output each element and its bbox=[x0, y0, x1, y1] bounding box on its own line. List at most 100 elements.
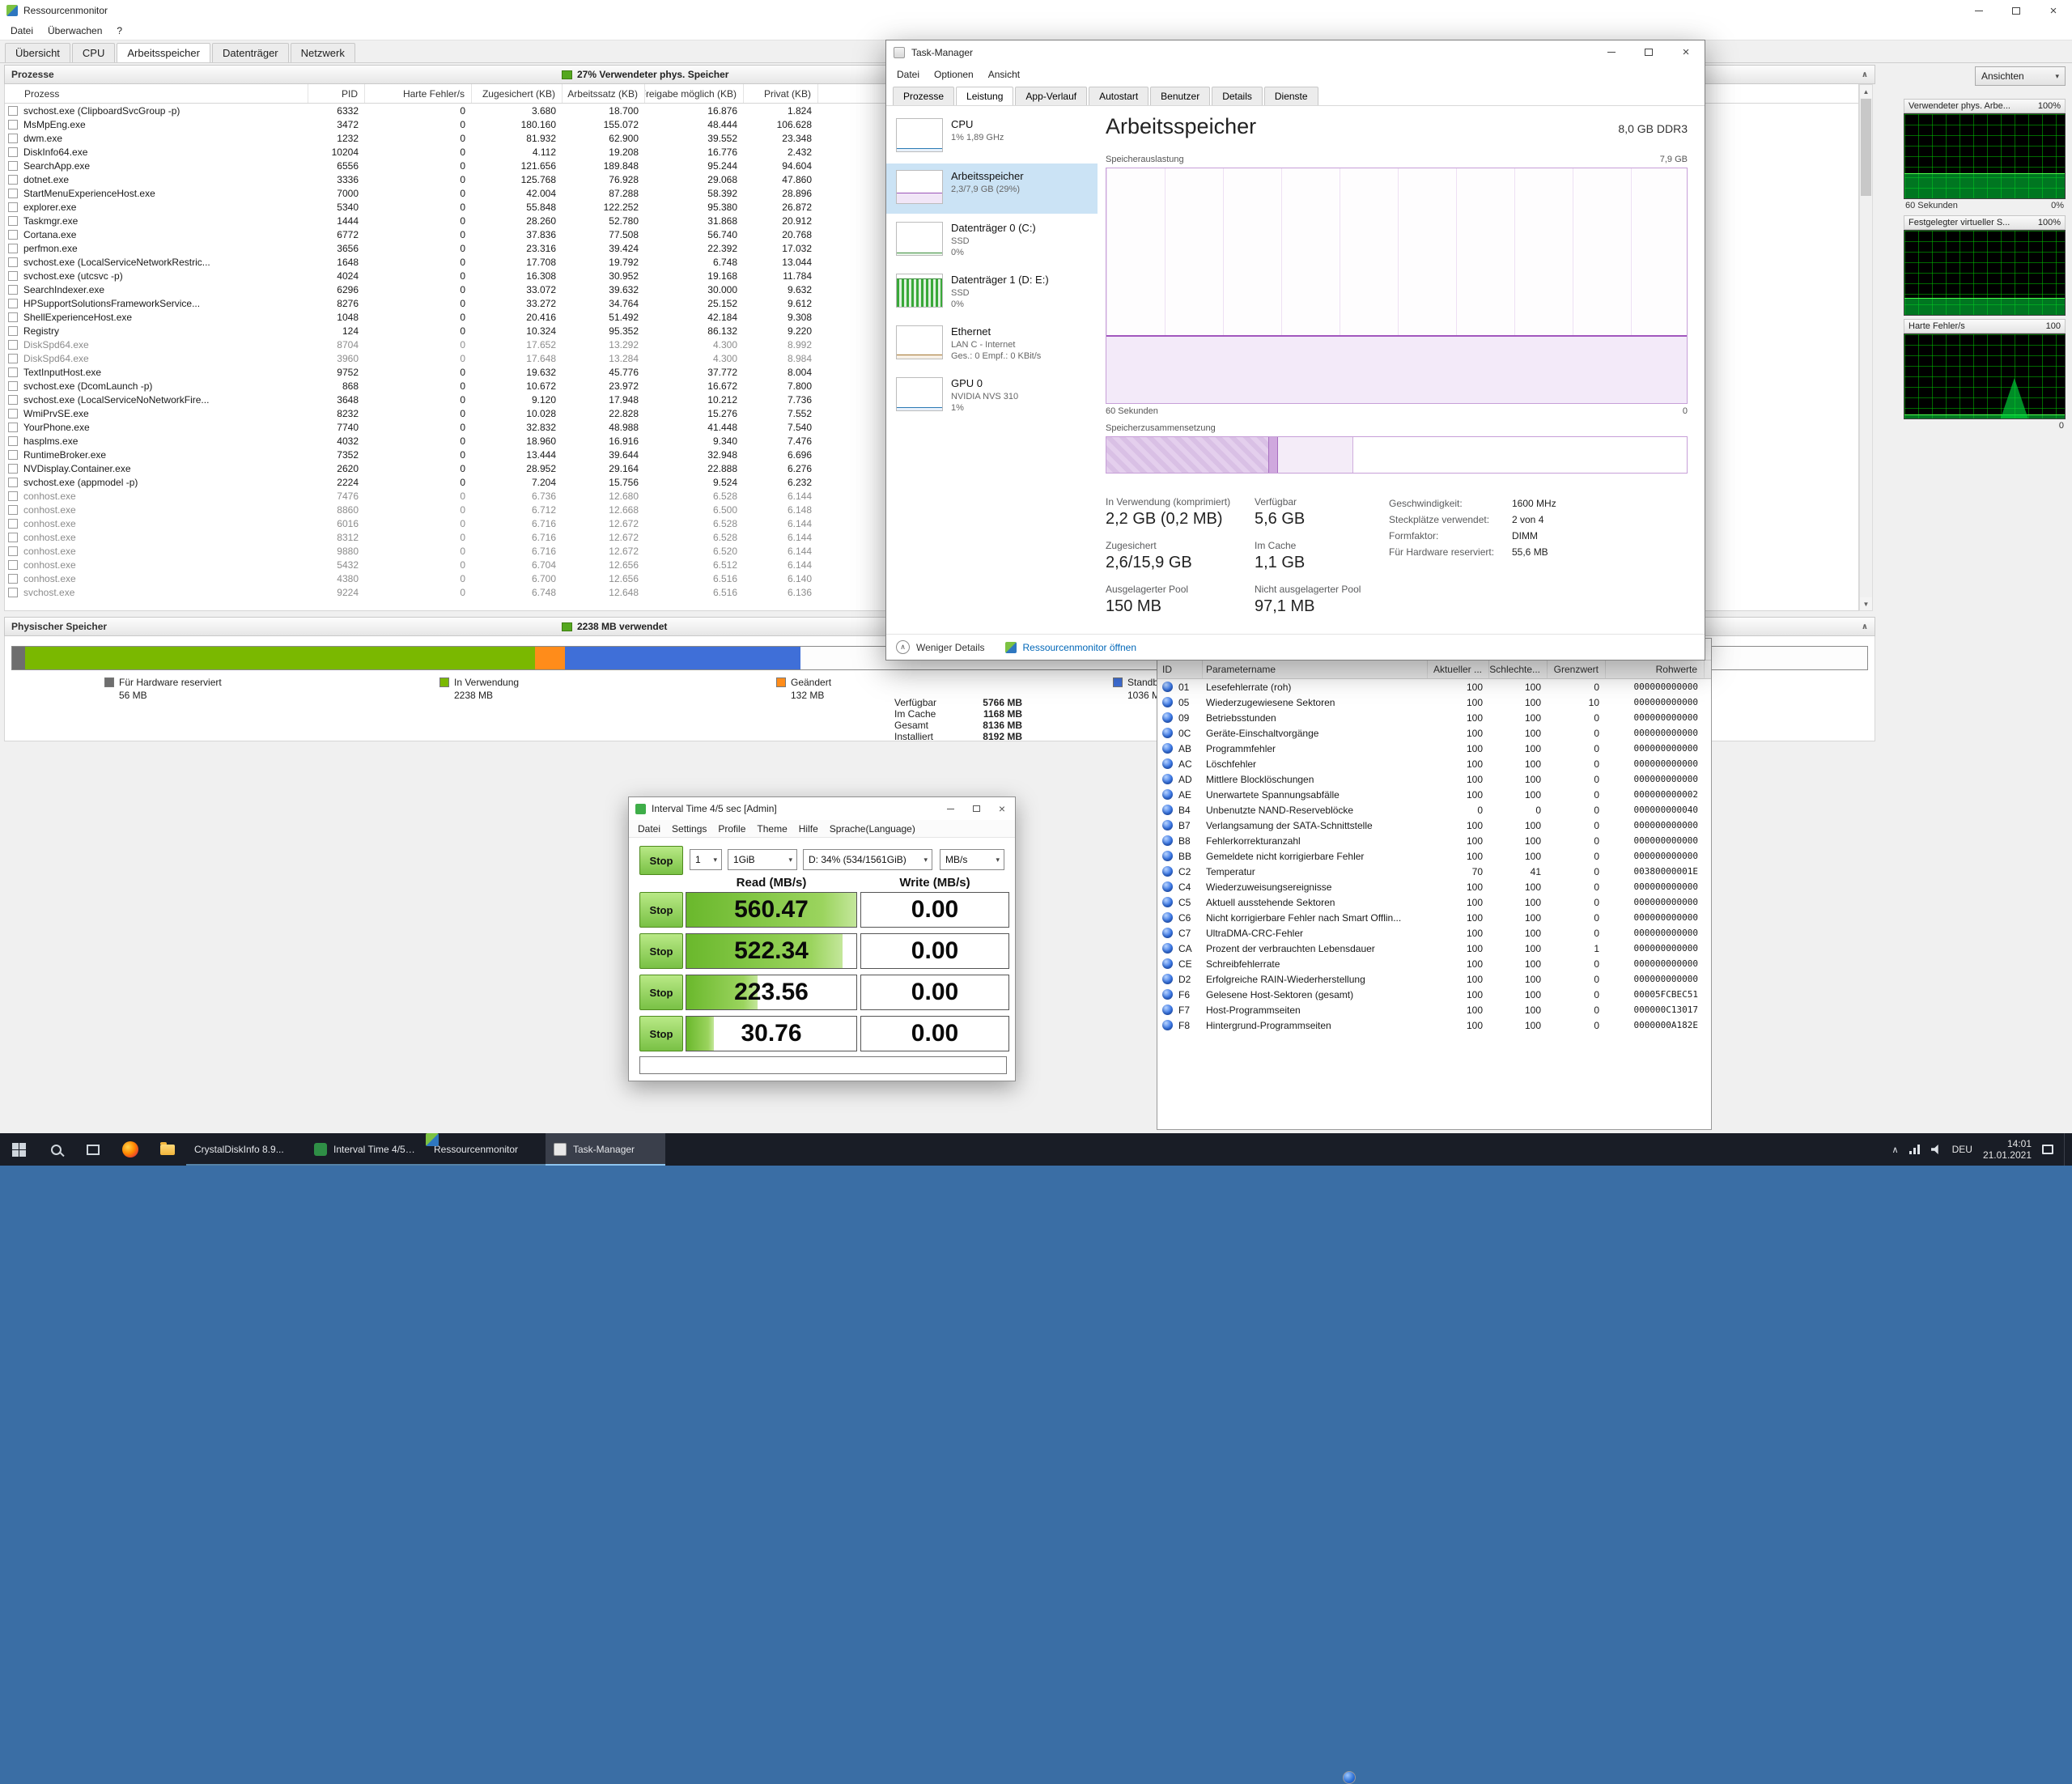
resmon-menu-datei[interactable]: Datei bbox=[3, 23, 40, 39]
volume-icon[interactable] bbox=[1931, 1145, 1942, 1154]
scrollbar-thumb[interactable] bbox=[1861, 99, 1871, 196]
row-checkbox[interactable] bbox=[8, 230, 18, 240]
row-checkbox[interactable] bbox=[8, 519, 18, 529]
smart-row[interactable]: ABProgrammfehler1001000000000000000 bbox=[1157, 741, 1711, 756]
taskman-menu-ansicht[interactable]: Ansicht bbox=[981, 66, 1027, 83]
stop-button[interactable]: Stop bbox=[639, 933, 683, 969]
row-checkbox[interactable] bbox=[8, 505, 18, 515]
row-checkbox[interactable] bbox=[8, 216, 18, 226]
smart-column-id[interactable]: ID bbox=[1157, 661, 1203, 678]
smart-row[interactable]: F6Gelesene Host-Sektoren (gesamt)1001000… bbox=[1157, 987, 1711, 1002]
maximize-button[interactable] bbox=[963, 797, 989, 820]
explorer-button[interactable] bbox=[149, 1133, 186, 1166]
drive-select[interactable]: D: 34% (534/1561GiB)▾ bbox=[803, 849, 932, 870]
column-header-freigabe-moglich-kb[interactable]: Freigabe möglich (KB) bbox=[645, 84, 744, 103]
column-header-harte-fehler-s[interactable]: Harte Fehler/s bbox=[365, 84, 472, 103]
smart-row[interactable]: C5Aktuell ausstehende Sektoren1001000000… bbox=[1157, 894, 1711, 910]
smart-row[interactable]: F7Host-Programmseiten1001000000000C13017 bbox=[1157, 1002, 1711, 1017]
close-button[interactable]: × bbox=[2035, 0, 2072, 21]
column-header-zugesichert-kb[interactable]: Zugesichert (KB) bbox=[472, 84, 563, 103]
row-checkbox[interactable] bbox=[8, 381, 18, 391]
smart-row[interactable]: D2Erfolgreiche RAIN-Wiederherstellung100… bbox=[1157, 971, 1711, 987]
row-checkbox[interactable] bbox=[8, 574, 18, 584]
show-desktop-button[interactable] bbox=[2064, 1133, 2069, 1166]
smart-row[interactable]: C7UltraDMA-CRC-Fehler1001000000000000000 bbox=[1157, 925, 1711, 941]
row-checkbox[interactable] bbox=[8, 409, 18, 418]
row-checkbox[interactable] bbox=[8, 491, 18, 501]
row-checkbox[interactable] bbox=[8, 106, 18, 116]
smart-row[interactable]: F8Hintergrund-Programmseiten100100000000… bbox=[1157, 1017, 1711, 1033]
start-button[interactable] bbox=[0, 1133, 37, 1166]
row-checkbox[interactable] bbox=[8, 202, 18, 212]
smart-row[interactable]: 09Betriebsstunden1001000000000000000 bbox=[1157, 710, 1711, 725]
smart-row[interactable]: BBGemeldete nicht korrigierbare Fehler10… bbox=[1157, 848, 1711, 864]
network-icon[interactable] bbox=[1909, 1145, 1921, 1154]
maximize-button[interactable] bbox=[1998, 0, 2035, 21]
smart-column-grenzwert[interactable]: Grenzwert bbox=[1548, 661, 1606, 678]
scroll-up-arrow[interactable]: ▲ bbox=[1860, 85, 1872, 98]
taskbar-button-task-manager[interactable]: Task-Manager bbox=[546, 1133, 665, 1166]
row-checkbox[interactable] bbox=[8, 299, 18, 308]
taskman-tab-prozesse[interactable]: Prozesse bbox=[893, 87, 954, 105]
perf-item-ethernet[interactable]: EthernetLAN C - InternetGes.: 0 Empf.: 0… bbox=[886, 319, 1098, 369]
stop-button[interactable]: Stop bbox=[639, 892, 683, 928]
smart-row[interactable]: C2Temperatur7041000380000001E bbox=[1157, 864, 1711, 879]
stop-button[interactable]: Stop bbox=[639, 975, 683, 1010]
smart-row[interactable]: C4Wiederzuweisungsereignisse100100000000… bbox=[1157, 879, 1711, 894]
row-checkbox[interactable] bbox=[8, 244, 18, 253]
row-checkbox[interactable] bbox=[8, 147, 18, 157]
smart-row[interactable]: CAProzent der verbrauchten Lebensdauer10… bbox=[1157, 941, 1711, 956]
taskman-tab-details[interactable]: Details bbox=[1212, 87, 1263, 105]
taskbar-clock[interactable]: 14:01 21.01.2021 bbox=[1983, 1138, 2032, 1161]
row-checkbox[interactable] bbox=[8, 257, 18, 267]
row-checkbox[interactable] bbox=[8, 546, 18, 556]
taskman-menu-datei[interactable]: Datei bbox=[890, 66, 927, 83]
unit-select[interactable]: MB/s▾ bbox=[940, 849, 1004, 870]
column-header-arbeitssatz-kb[interactable]: Arbeitssatz (KB) bbox=[563, 84, 645, 103]
row-checkbox[interactable] bbox=[8, 533, 18, 542]
smart-row[interactable]: ADMittlere Blocklöschungen10010000000000… bbox=[1157, 771, 1711, 787]
perf-item-cpu[interactable]: CPU1% 1,89 GHz bbox=[886, 112, 1098, 162]
row-checkbox[interactable] bbox=[8, 189, 18, 198]
taskbar-button-ressourcenmonitor[interactable]: Ressourcenmonitor bbox=[426, 1133, 546, 1166]
smart-column-rohwerte[interactable]: Rohwerte bbox=[1606, 661, 1705, 678]
tray-expand-icon[interactable]: ∧ bbox=[1892, 1145, 1899, 1155]
language-indicator[interactable]: DEU bbox=[1952, 1144, 1972, 1155]
open-resmon-link[interactable]: Ressourcenmonitor öffnen bbox=[1005, 642, 1136, 653]
row-checkbox[interactable] bbox=[8, 271, 18, 281]
bench-menu-settings[interactable]: Settings bbox=[666, 822, 712, 836]
task-view-button[interactable] bbox=[74, 1133, 112, 1166]
column-header-pid[interactable]: PID bbox=[308, 84, 365, 103]
row-checkbox[interactable] bbox=[8, 436, 18, 446]
smart-column-parametername[interactable]: Parametername bbox=[1203, 661, 1428, 678]
perf-item-datentrager-1-d-e[interactable]: Datenträger 1 (D: E:)SSD0% bbox=[886, 267, 1098, 317]
smart-row[interactable]: B8Fehlerkorrekturanzahl10010000000000000… bbox=[1157, 833, 1711, 848]
column-header-privat-kb[interactable]: Privat (KB) bbox=[744, 84, 818, 103]
taskman-tab-autostart[interactable]: Autostart bbox=[1089, 87, 1149, 105]
smart-column-aktueller[interactable]: Aktueller ... bbox=[1428, 661, 1489, 678]
stop-button[interactable]: Stop bbox=[639, 1016, 683, 1051]
firefox-button[interactable] bbox=[112, 1133, 149, 1166]
minimize-button[interactable] bbox=[937, 797, 963, 820]
resmon-tab-netzwerk[interactable]: Netzwerk bbox=[291, 43, 355, 62]
taskman-menu-optionen[interactable]: Optionen bbox=[927, 66, 981, 83]
row-checkbox[interactable] bbox=[8, 161, 18, 171]
resmon-tab-cpu[interactable]: CPU bbox=[72, 43, 115, 62]
loop-count-select[interactable]: 1▾ bbox=[690, 849, 722, 870]
close-button[interactable]: × bbox=[989, 797, 1015, 820]
row-checkbox[interactable] bbox=[8, 175, 18, 185]
bench-menu-hilfe[interactable]: Hilfe bbox=[793, 822, 824, 836]
row-checkbox[interactable] bbox=[8, 312, 18, 322]
bench-menu-sprache-language[interactable]: Sprache(Language) bbox=[824, 822, 921, 836]
resmon-tab-datentrager[interactable]: Datenträger bbox=[212, 43, 289, 62]
resmon-menu-uberwachen[interactable]: Überwachen bbox=[40, 23, 109, 39]
row-checkbox[interactable] bbox=[8, 326, 18, 336]
taskbar-button-crystaldiskinfo-8-9[interactable]: CrystalDiskInfo 8.9... bbox=[186, 1133, 306, 1166]
collapse-chevron-icon[interactable]: ∧ bbox=[1862, 622, 1868, 631]
row-checkbox[interactable] bbox=[8, 478, 18, 487]
row-checkbox[interactable] bbox=[8, 423, 18, 432]
smart-column-schlechte[interactable]: Schlechte... bbox=[1489, 661, 1548, 678]
row-checkbox[interactable] bbox=[8, 354, 18, 363]
row-checkbox[interactable] bbox=[8, 450, 18, 460]
row-checkbox[interactable] bbox=[8, 285, 18, 295]
